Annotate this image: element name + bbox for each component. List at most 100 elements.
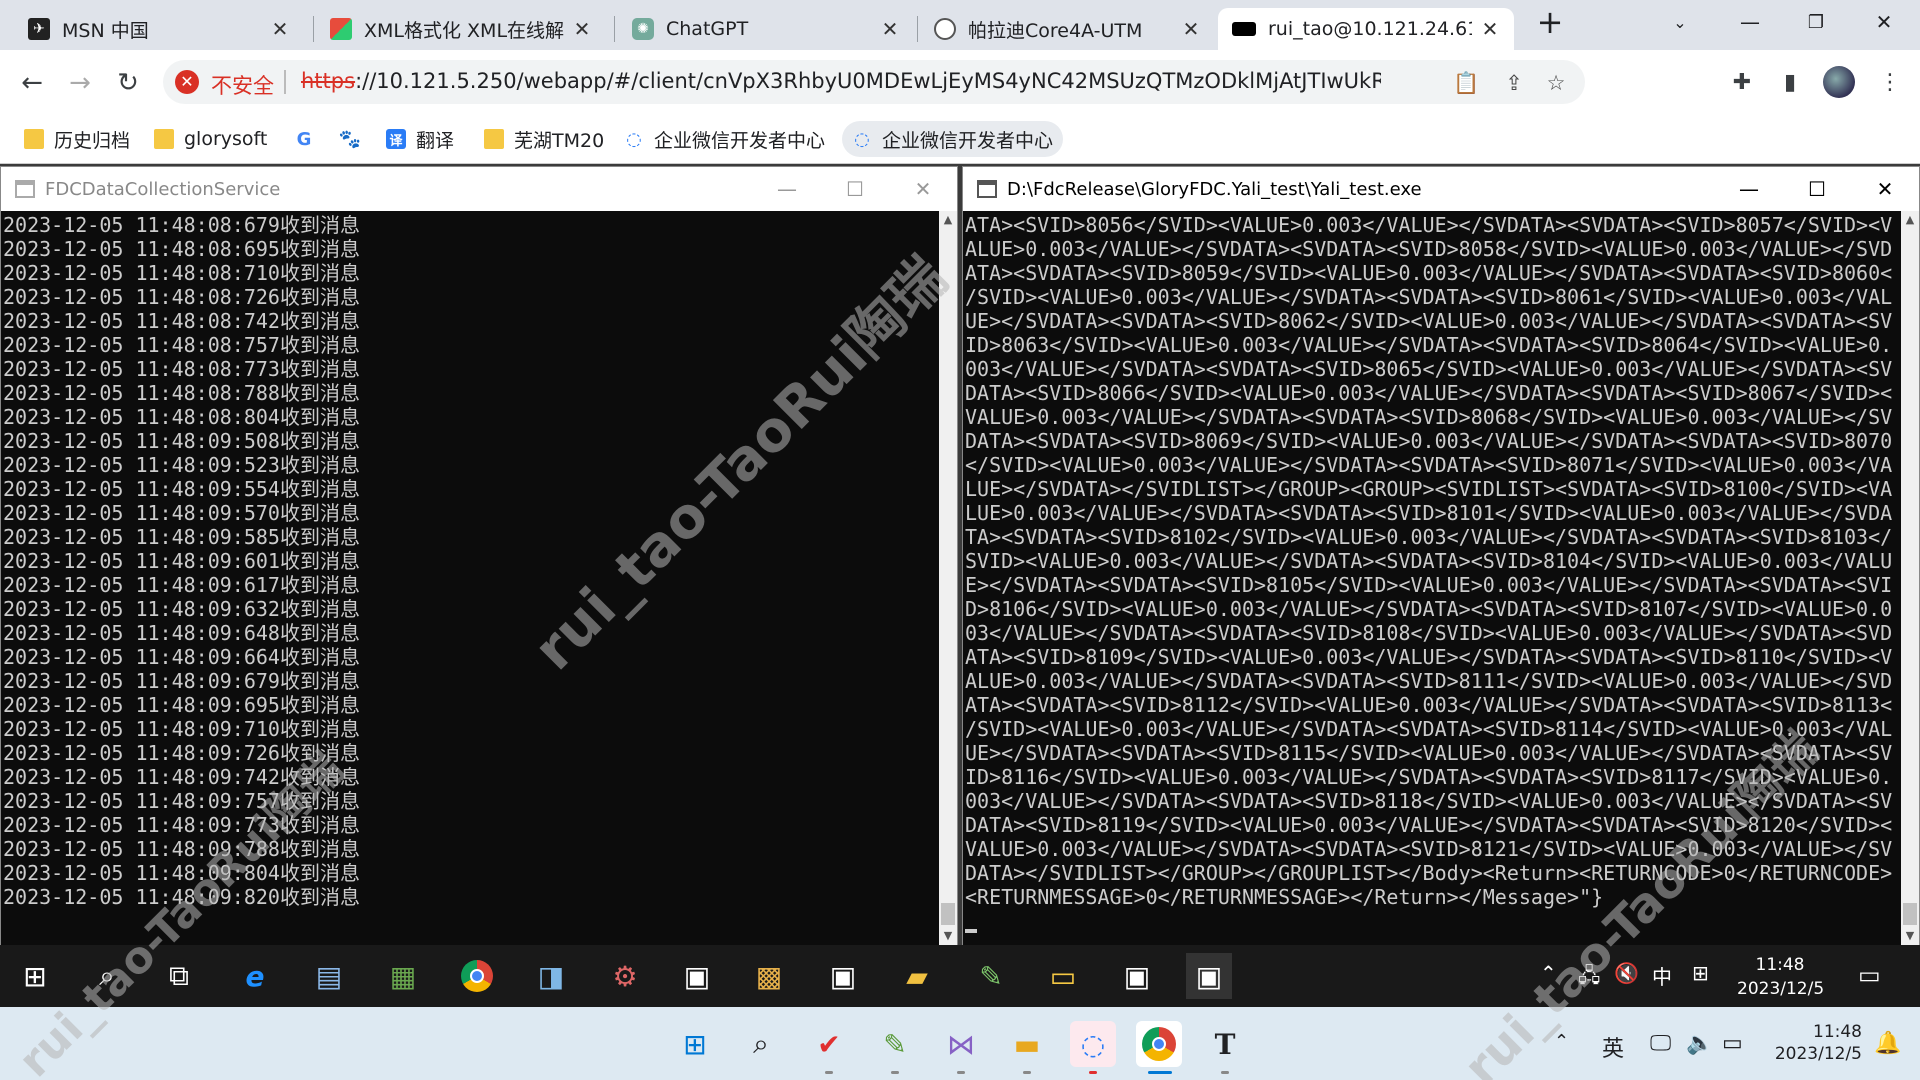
new-tab-button[interactable]: + [1522,3,1578,41]
console-line: ID>8063</SVID><VALUE>0.003</VALUE></SVDA… [965,333,1893,357]
security-label[interactable]: 不安全 [211,70,274,100]
side-panel-icon[interactable]: ▮ [1772,64,1808,100]
bookmark-wecom-dev-center[interactable]: ◌ 企业微信开发者中心 [614,121,835,157]
share-icon[interactable]: ⇪ [1501,70,1527,96]
notebook-icon[interactable]: ◨ [528,953,574,999]
bookmark-google[interactable]: G [284,121,334,157]
address-bar[interactable]: ✕ 不安全 https://10.121.5.250/webapp/#/clie… [163,60,1585,104]
battery-icon[interactable]: ▭ [1722,1031,1743,1056]
console-app-active-icon[interactable]: ▣ [1186,953,1232,999]
tab-core4a-utm[interactable]: 帕拉迪Core4A-UTM ✕ [920,8,1215,50]
bookmark-baidu[interactable]: 🐾 [330,121,380,157]
tab-xml-formatter[interactable]: XML格式化 XML在线解析 ✕ [316,8,606,50]
tab-msn[interactable]: ✈ MSN 中国 ✕ [14,8,304,50]
close-icon[interactable]: ✕ [880,17,900,41]
close-window-button[interactable]: ✕ [1856,4,1912,40]
close-icon[interactable]: ✕ [1181,17,1201,41]
notepad-plus-icon[interactable]: ✎ [872,1021,918,1067]
file-explorer-icon[interactable]: ▭ [1040,953,1086,999]
tray-chevron-icon[interactable]: ⌃ [1554,1031,1569,1052]
folder-app-icon[interactable]: ▰ [894,953,940,999]
console-output[interactable]: 2023-12-05 11:48:08:679收到消息 2023-12-05 11… [1,211,939,945]
scroll-down-arrow-icon[interactable]: ▼ [939,927,957,945]
scroll-up-arrow-icon[interactable]: ▲ [939,211,957,229]
notification-icon[interactable]: ▭ [1858,961,1881,989]
chrome-icon[interactable] [1136,1021,1182,1067]
insecure-warning-icon[interactable]: ✕ [175,70,199,94]
extensions-icon[interactable]: ✚ [1724,64,1760,100]
scroll-thumb[interactable] [1903,903,1917,925]
menu-kebab-icon[interactable]: ⋮ [1872,64,1908,100]
console-line: 03</VALUE></SVDATA><SVDATA><SVID>8108</S… [965,621,1893,645]
tray-chevron-icon[interactable]: ⌃ [1540,961,1557,985]
close-button[interactable]: ✕ [889,177,957,201]
volume-muted-icon[interactable]: 🔇 [1614,961,1639,985]
tab-chatgpt[interactable]: ✺ ChatGPT ✕ [618,8,914,50]
task-view-icon[interactable]: ⧉ [156,953,202,999]
todo-app-icon[interactable]: ✔ [806,1021,852,1067]
search-icon[interactable]: ⌕ [84,953,130,999]
editor-app-icon[interactable]: ✎ [968,953,1014,999]
database-tool-icon[interactable]: ⚙ [602,953,648,999]
scroll-down-arrow-icon[interactable]: ▼ [1901,927,1919,945]
close-button[interactable]: ✕ [1851,177,1919,201]
scroll-up-arrow-icon[interactable]: ▲ [1901,211,1919,229]
ime-indicator[interactable]: 英 [1602,1031,1624,1063]
maximize-button[interactable]: ☐ [1783,177,1851,201]
file-explorer-icon[interactable]: ▬ [1004,1021,1050,1067]
back-arrow-icon[interactable]: ← [12,63,52,103]
restore-button[interactable]: ❐ [1788,4,1844,40]
scroll-thumb[interactable] [941,903,955,925]
profile-avatar[interactable] [1823,66,1855,98]
host-clock[interactable]: 11:48 2023/12/5 [1766,1021,1862,1065]
vertical-scrollbar[interactable]: ▲ ▼ [1901,211,1919,945]
bookmark-glorysoft[interactable]: glorysoft [144,121,277,157]
console-titlebar[interactable]: D:\FdcRelease\GloryFDC.Yali_test\Yali_te… [963,167,1919,211]
typora-icon[interactable]: T [1202,1021,1248,1067]
console-output[interactable]: ATA><SVID>8056</SVID><VALUE>0.003</VALUE… [963,211,1901,945]
console-app-icon[interactable]: ▣ [1114,953,1160,999]
file-server-icon[interactable]: ▤ [306,953,352,999]
bookmark-translate[interactable]: 译 翻译 [376,121,464,157]
close-icon[interactable]: ✕ [270,17,290,41]
star-icon[interactable]: ☆ [1543,70,1569,96]
visual-studio-icon[interactable]: ⋈ [938,1021,984,1067]
app-installer-icon[interactable]: ▦ [380,953,426,999]
url-text[interactable]: https://10.121.5.250/webapp/#/client/cnV… [301,69,1381,93]
console-window-fdc-service[interactable]: FDCDataCollectionService — ☐ ✕ 2023-12-0… [0,166,958,946]
reload-icon[interactable]: ↻ [108,63,148,103]
bookmark-history-archive[interactable]: 历史归档 [14,121,140,157]
ime-indicator[interactable]: 中 [1652,961,1672,990]
network-icon[interactable]: 🖵 [1650,1031,1671,1056]
paint-app-icon[interactable]: ▩ [746,953,792,999]
tab-remote-session[interactable]: rui_tao@10.121.24.61 ✕ [1218,8,1514,50]
wecom-icon[interactable]: ◌ [1070,1021,1116,1067]
console-window-yali-test[interactable]: D:\FdcRelease\GloryFDC.Yali_test\Yali_te… [962,166,1920,946]
forward-arrow-icon[interactable]: → [60,63,100,103]
window-app-icon[interactable]: ▣ [674,953,720,999]
network-icon[interactable]: 🖧 [1578,961,1600,995]
bookmark-wecom-dev-center-2[interactable]: ◌ 企业微信开发者中心 [842,121,1064,157]
minimize-button[interactable]: — [753,177,821,201]
close-icon[interactable]: ✕ [1480,17,1500,41]
window-app-icon[interactable]: ▣ [820,953,866,999]
ie-browser-icon[interactable]: e [232,953,278,999]
chrome-icon[interactable] [454,953,500,999]
maximize-button[interactable]: ☐ [821,177,889,201]
bookmark-wuhu-tm20[interactable]: 芜湖TM20 [474,121,614,157]
input-grid-icon[interactable]: ⊞ [1692,961,1709,985]
windows-start-icon[interactable]: ⊞ [12,953,58,999]
minimize-button[interactable]: — [1722,4,1778,40]
search-icon[interactable]: ⌕ [738,1021,784,1067]
windows-start-icon[interactable]: ⊞ [672,1021,718,1067]
notification-bell-icon[interactable]: 🔔 [1874,1031,1901,1056]
volume-icon[interactable]: 🔈 [1686,1031,1713,1056]
console-titlebar[interactable]: FDCDataCollectionService — ☐ ✕ [1,167,957,211]
close-icon[interactable]: ✕ [572,17,592,41]
clipboard-icon[interactable]: 📋 [1453,70,1479,96]
console-line: 2023-12-05 11:48:08:726收到消息 [3,285,360,309]
remote-clock[interactable]: 11:48 2023/12/5 [1737,953,1824,1001]
tab-search-chevron-icon[interactable]: ⌄ [1652,4,1708,40]
minimize-button[interactable]: — [1715,177,1783,201]
vertical-scrollbar[interactable]: ▲ ▼ [939,211,957,945]
